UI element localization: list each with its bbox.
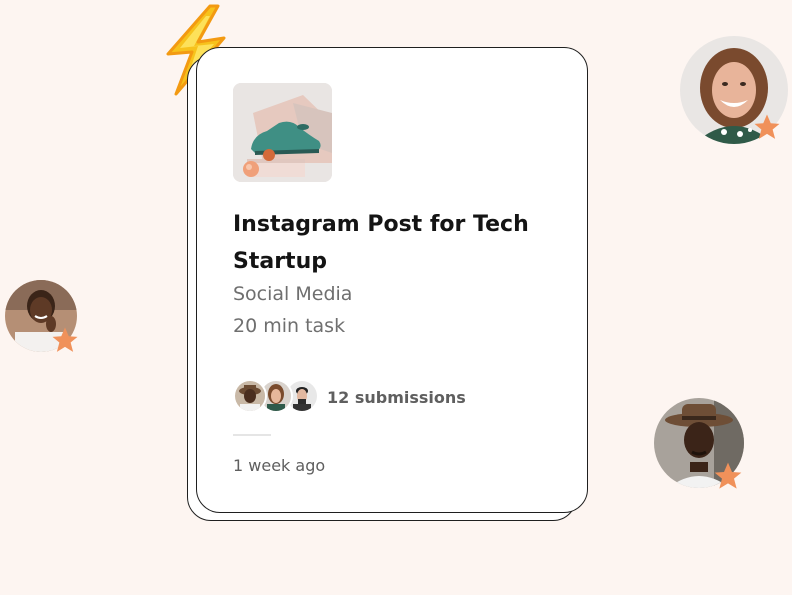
task-category: Social Media [233, 283, 353, 305]
star-icon [714, 462, 742, 489]
submissions-count[interactable]: 12 submissions [327, 388, 466, 407]
submitter-avatars [233, 379, 323, 415]
star-icon [754, 114, 780, 139]
task-title: Instagram Post for Tech Startup [233, 212, 529, 274]
task-duration: 20 min task [233, 315, 346, 337]
divider [233, 434, 271, 436]
avatar [233, 379, 267, 413]
star-icon [52, 327, 78, 352]
task-thumbnail [233, 83, 332, 182]
task-card[interactable]: Instagram Post for Tech Startup Social M… [196, 47, 588, 513]
posted-time: 1 week ago [233, 456, 326, 475]
